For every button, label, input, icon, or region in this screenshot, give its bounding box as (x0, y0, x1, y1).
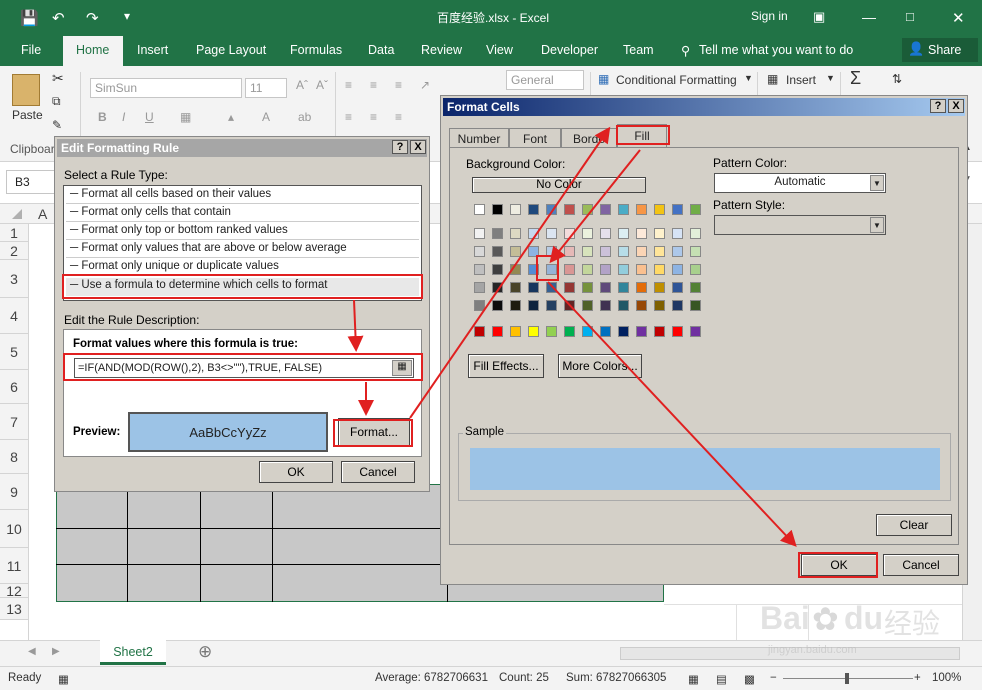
watermark-url: jingyan.baidu.com (768, 644, 857, 656)
annotation-arrow (347, 299, 364, 352)
baidu-watermark: Bai ✿ du 经验 jingyan.baidu.com (760, 600, 980, 658)
watermark-cn: 经验 (884, 608, 941, 639)
annotation-arrow (409, 126, 611, 419)
watermark-brand: Bai (760, 600, 810, 636)
annotation-arrows (347, 126, 797, 547)
watermark-brand-2: du (844, 600, 884, 636)
annotation-arrow (547, 281, 797, 547)
paw-icon: ✿ (812, 601, 839, 637)
annotation-arrow (549, 149, 641, 264)
